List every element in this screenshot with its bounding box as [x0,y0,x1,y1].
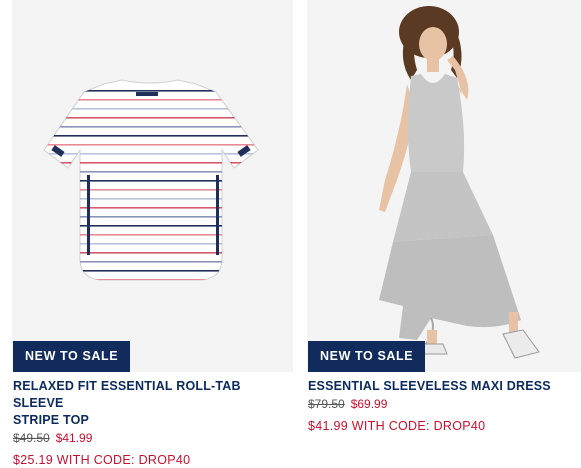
shirt-stripe [44,153,258,155]
product-title-line[interactable]: RELAXED FIT ESSENTIAL ROLL-TAB SLEEVE [13,378,293,412]
product-grid: NEW TO SALE RELAXED FIT ESSENTIAL ROLL-T… [0,0,581,467]
new-to-sale-badge: NEW TO SALE [13,341,131,372]
shirt-stripe [44,252,258,254]
shirt-stripe [44,198,258,200]
shirt-stripe [44,207,258,209]
shirt-stripe [44,144,258,146]
shirt-stripe [44,234,258,236]
shirt-stripe [44,225,258,227]
new-to-sale-badge: NEW TO SALE [308,341,426,372]
promo-code-price: $25.19 WITH CODE: DROP40 [13,453,191,467]
price-row: $49.50 $41.99 [13,431,293,446]
product-title[interactable]: RELAXED FIT ESSENTIAL ROLL-TAB SLEEVE ST… [13,378,293,429]
shirt-stripe [44,243,258,245]
product-image-maxi-dress[interactable]: NEW TO SALE [307,0,581,372]
promo-code-price: $41.99 WITH CODE: DROP40 [308,419,486,433]
product-title[interactable]: ESSENTIAL SLEEVELESS MAXI DRESS [308,378,581,395]
shirt-stripe [44,99,258,101]
original-price: $49.50 [13,431,50,445]
shirt-stripe [44,270,258,272]
sale-price: $41.99 [55,431,93,445]
shirt-stripe [44,189,258,191]
shirt-stripe [44,171,258,173]
striped-top-image [43,79,259,281]
maxi-dress-image [379,6,540,359]
shirt-stripe [44,180,258,182]
product-card-striped-top[interactable]: NEW TO SALE RELAXED FIT ESSENTIAL ROLL-T… [12,0,293,468]
product-card-maxi-dress[interactable]: NEW TO SALE ESSENTIAL SLEEVELESS MAXI DR… [307,0,581,434]
sale-price: $69.99 [350,397,388,411]
price-row: $79.50 $69.99 [308,397,581,412]
product-image-striped-top[interactable]: NEW TO SALE [12,0,293,372]
shirt-stripe [44,216,258,218]
shirt-stripe [44,261,258,263]
original-price: $79.50 [308,397,345,411]
shirt-stripe [44,90,258,92]
shirt-stripe [44,135,258,137]
shirt-stripe [44,117,258,119]
product-title-line[interactable]: ESSENTIAL SLEEVELESS MAXI DRESS [308,378,581,395]
product-title-line[interactable]: STRIPE TOP [13,412,293,429]
shirt-stripe [44,162,258,164]
shirt-stripe [44,108,258,110]
shirt-stripe [44,126,258,128]
